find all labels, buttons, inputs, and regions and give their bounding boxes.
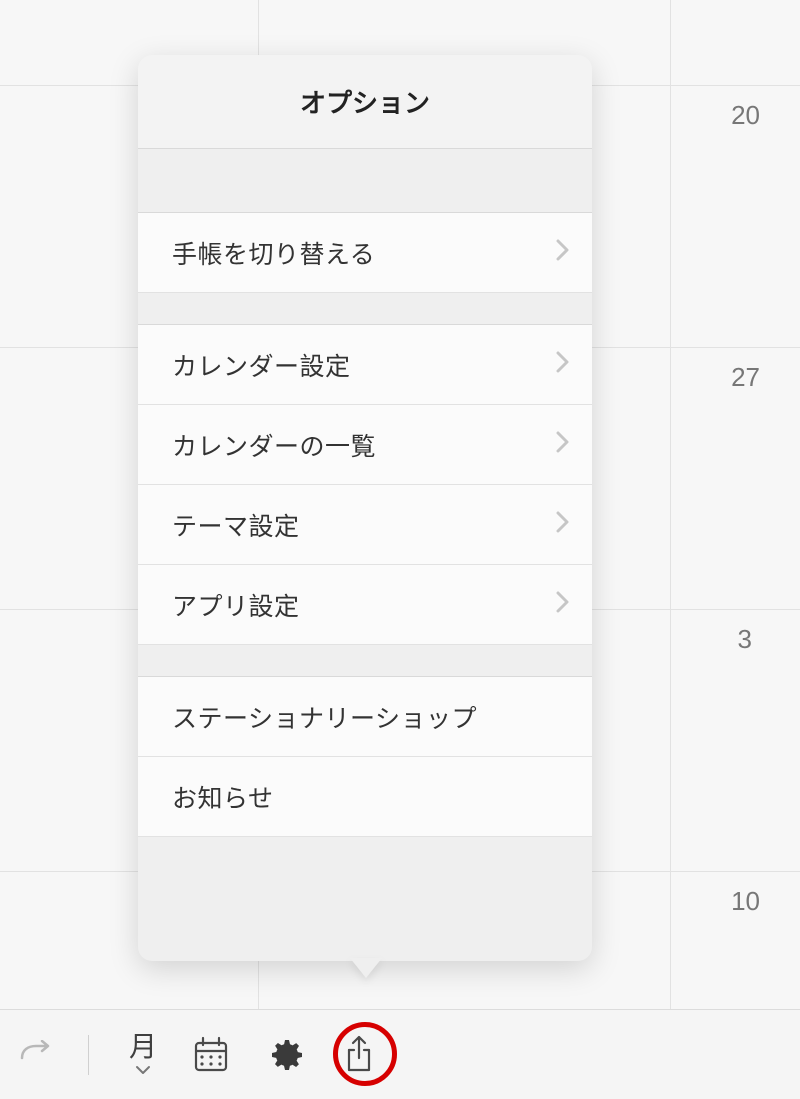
menu-switch-notebook[interactable]: 手帳を切り替える	[138, 213, 592, 293]
menu-item-label: テーマ設定	[172, 507, 556, 543]
menu-calendar-list[interactable]: カレンダーの一覧	[138, 405, 592, 485]
chevron-right-icon	[556, 351, 570, 378]
chevron-down-icon	[135, 1063, 151, 1077]
share-button[interactable]	[341, 1034, 377, 1076]
menu-item-label: カレンダー設定	[172, 347, 556, 383]
popover-header: オプション	[138, 55, 592, 149]
menu-item-label: お知らせ	[172, 779, 570, 815]
calendar-date: 27	[731, 362, 760, 393]
menu-theme-settings[interactable]: テーマ設定	[138, 485, 592, 565]
toolbar-separator	[88, 1035, 89, 1075]
popover-arrow	[350, 958, 382, 978]
menu-calendar-settings[interactable]: カレンダー設定	[138, 325, 592, 405]
calendar-date: 3	[738, 624, 752, 655]
chevron-right-icon	[556, 431, 570, 458]
bottom-toolbar: 月	[0, 1009, 800, 1099]
calendar-date: 20	[731, 100, 760, 131]
chevron-right-icon	[556, 239, 570, 266]
calendar-grid-button[interactable]	[191, 1035, 231, 1075]
chevron-right-icon	[556, 591, 570, 618]
menu-item-label: アプリ設定	[172, 587, 556, 623]
menu-stationery-shop[interactable]: ステーショナリーショップ	[138, 677, 592, 757]
menu-item-label: 手帳を切り替える	[172, 235, 556, 271]
section-separator	[138, 645, 592, 677]
view-mode-label: 月	[129, 1033, 157, 1061]
options-popover: オプション 手帳を切り替える カレンダー設定 カレンダーの一覧 テーマ設定 アプ…	[138, 55, 592, 961]
menu-item-label: ステーショナリーショップ	[172, 699, 570, 735]
menu-item-label: カレンダーの一覧	[172, 427, 556, 463]
menu-app-settings[interactable]: アプリ設定	[138, 565, 592, 645]
calendar-date: 10	[731, 886, 760, 917]
settings-button[interactable]	[265, 1034, 307, 1076]
menu-news[interactable]: お知らせ	[138, 757, 592, 837]
popover-title: オプション	[300, 83, 430, 120]
view-mode-button[interactable]: 月	[129, 1033, 157, 1077]
chevron-right-icon	[556, 511, 570, 538]
section-separator	[138, 149, 592, 213]
section-separator	[138, 293, 592, 325]
redo-button[interactable]	[18, 1040, 54, 1070]
